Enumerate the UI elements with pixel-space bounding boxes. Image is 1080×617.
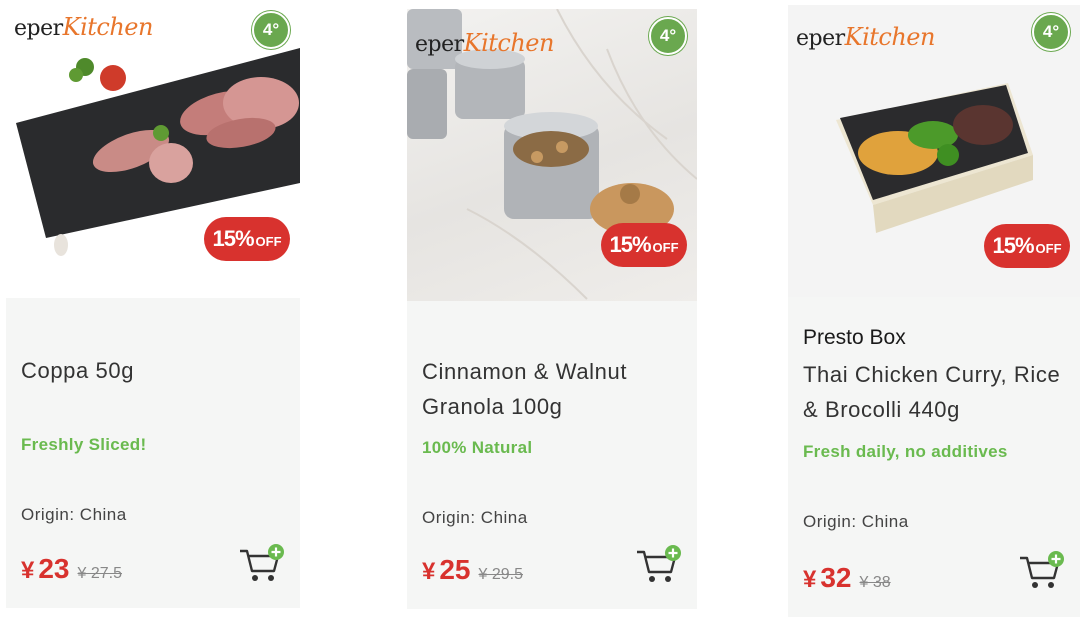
add-to-cart-icon[interactable] [238, 543, 286, 585]
original-price: ¥ 38 [859, 574, 891, 591]
product-origin: Origin: China [422, 508, 528, 527]
original-price: ¥ 29.5 [478, 566, 523, 583]
product-origin: Origin: China [21, 505, 127, 524]
discount-badge: 15% OFF [984, 224, 1070, 268]
temperature-badge: 4° [1032, 13, 1070, 51]
current-price: ¥32 [803, 562, 852, 593]
product-card[interactable]: eperKitchen 4° 15% OFF Coppa 50g Freshly … [6, 3, 300, 608]
product-origin: Origin: China [803, 512, 909, 531]
price-row: ¥25 ¥ 29.5 [422, 554, 523, 586]
discount-badge: 15% OFF [601, 223, 687, 267]
product-image-granola[interactable]: eperKitchen 4° 15% OFF [407, 9, 697, 301]
eperkitchen-logo: eperKitchen [14, 13, 153, 41]
product-tagline: Fresh daily, no additives [803, 442, 1008, 461]
product-image-coppa[interactable]: eperKitchen 4° 15% OFF [6, 3, 300, 298]
current-price: ¥25 [422, 554, 471, 585]
eperkitchen-logo: eperKitchen [796, 23, 935, 51]
product-tagline: Freshly Sliced! [21, 435, 147, 454]
product-card[interactable]: eperKitchen 4° 15% OFF Cinnamon & Walnut … [407, 9, 697, 609]
price-row: ¥23 ¥ 27.5 [21, 553, 122, 585]
current-price: ¥23 [21, 553, 70, 584]
product-subtitle: Presto Box [803, 326, 906, 349]
product-name[interactable]: Thai Chicken Curry, Rice & Brocolli 440g [803, 357, 1065, 427]
product-image-presto-box[interactable]: eperKitchen 4° 15% OFF [788, 5, 1080, 297]
add-to-cart-icon[interactable] [635, 544, 683, 586]
temperature-badge: 4° [252, 11, 290, 49]
product-name[interactable]: Cinnamon & Walnut Granola 100g [422, 354, 684, 424]
product-tagline: 100% Natural [422, 438, 533, 457]
add-to-cart-icon[interactable] [1018, 550, 1066, 592]
temperature-badge: 4° [649, 17, 687, 55]
original-price: ¥ 27.5 [77, 565, 122, 582]
price-row: ¥32 ¥ 38 [803, 562, 891, 594]
product-name[interactable]: Coppa 50g [21, 353, 283, 388]
eperkitchen-logo: eperKitchen [415, 29, 554, 57]
discount-badge: 15% OFF [204, 217, 290, 261]
product-card[interactable]: eperKitchen 4° 15% OFF Presto Box Thai Ch… [788, 5, 1080, 617]
